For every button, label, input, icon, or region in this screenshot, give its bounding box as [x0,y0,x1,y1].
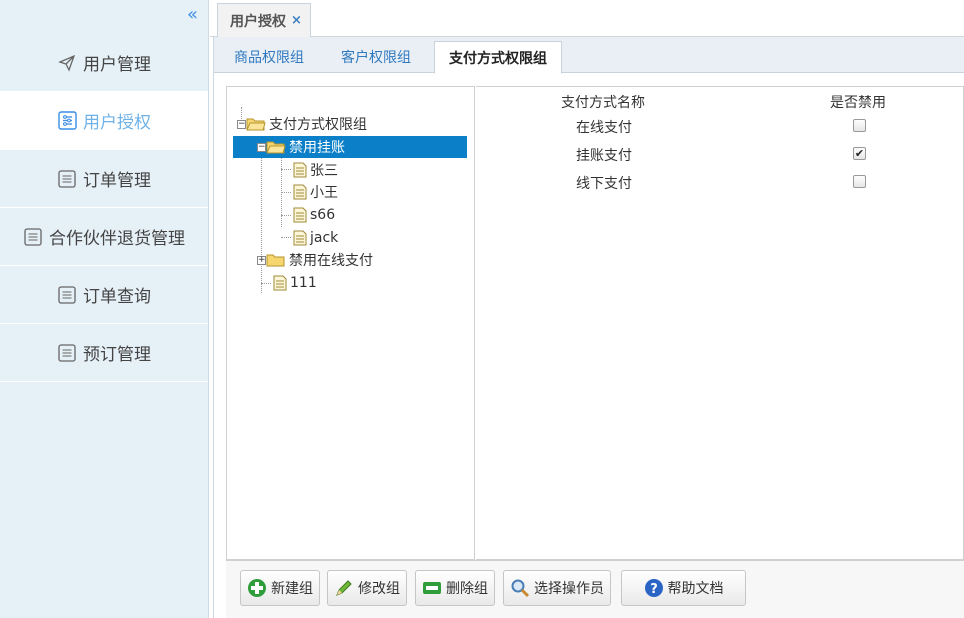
tree-node-user[interactable]: s66 [233,204,467,227]
grid-header: 支付方式名称 是否禁用 [476,92,963,112]
button-label: 新建组 [271,581,313,597]
help-button[interactable]: ? 帮助文档 [621,570,746,606]
add-icon [247,578,267,598]
tree-node-label: 张三 [310,162,338,179]
sidebar-item-label: 订单管理 [83,171,151,191]
document-icon [293,230,307,246]
tree-node-label: 支付方式权限组 [269,117,367,134]
disabled-checkbox[interactable] [853,175,866,188]
select-operator-button[interactable]: 选择操作员 [503,570,611,606]
button-label: 选择操作员 [534,581,604,597]
collapse-icon[interactable]: − [237,119,246,129]
tab-label: 用户授权 [230,13,286,30]
permission-group-tabs: 商品权限组 客户权限组 支付方式权限组 [214,37,964,74]
payment-method-name: 挂账支付 [576,148,632,164]
sidebar-menu: 用户管理 用户授权 订单管理 合作伙伴退货管理 订单查询 预订管理 [0,34,208,382]
tree-node-user[interactable]: 张三 [233,158,467,181]
payment-method-name: 在线支付 [576,120,632,136]
tree-node-label: jack [310,229,339,246]
tree-node-root[interactable]: − 支付方式权限组 [233,113,467,136]
svg-text:?: ? [650,582,658,597]
tree-node-user[interactable]: 小王 [233,181,467,204]
tree-node-label: s66 [310,207,336,224]
tree-node-label: 禁用挂账 [289,140,345,157]
tree-node-label: 禁用在线支付 [289,253,373,270]
sidebar-item-order-query[interactable]: 订单查询 [0,266,208,324]
tree-node-leaf[interactable]: 111 [233,272,467,295]
folder-open-icon [266,141,286,154]
document-icon [293,207,307,223]
table-row: 在线支付 [476,113,963,141]
pencil-icon [334,578,354,598]
edit-group-button[interactable]: 修改组 [327,570,407,606]
sidebar-item-booking-management[interactable]: 预订管理 [0,324,208,382]
tree-node-disable-credit[interactable]: − 禁用挂账 [233,135,467,159]
tree-node-disable-online-payment[interactable]: + 禁用在线支付 [233,249,467,272]
group-tree: − 支付方式权限组 − 禁用挂账 张三 小王 s66 jack + 禁用在线支付… [233,107,467,295]
tab-product-permission-group[interactable]: 商品权限组 [220,41,318,73]
column-header-name: 支付方式名称 [561,95,645,111]
document-icon [273,275,287,291]
panel-area: − 支付方式权限组 − 禁用挂账 张三 小王 s66 jack + 禁用在线支付… [226,86,964,560]
button-label: 帮助文档 [667,581,724,597]
delete-group-button[interactable]: 删除组 [415,570,495,606]
sidebar-item-label: 合作伙伴退货管理 [49,229,185,249]
sidebar-item-order-management[interactable]: 订单管理 [0,150,208,208]
sidebar-item-label: 预订管理 [83,345,151,365]
sidebar-item-partner-returns[interactable]: 合作伙伴退货管理 [0,208,208,266]
remove-icon [422,578,442,598]
folder-icon [266,254,285,267]
new-group-button[interactable]: 新建组 [240,570,320,606]
payment-method-grid: 支付方式名称 是否禁用 在线支付 挂账支付 ✔ 线下支付 [476,86,964,560]
list-icon [57,343,77,363]
paper-plane-icon [57,53,77,73]
document-icon [293,184,307,200]
settings-list-icon [57,111,77,131]
button-label: 修改组 [358,581,400,597]
sidebar-item-user-management[interactable]: 用户管理 [0,34,208,92]
search-icon [510,578,530,598]
tab-user-authorization[interactable]: 用户授权 × [217,3,311,37]
disabled-checkbox[interactable]: ✔ [853,147,866,160]
disabled-checkbox[interactable] [853,119,866,132]
action-toolbar: 新建组 修改组 删除组 选择操作员 ? 帮助文档 [226,560,964,618]
sidebar-item-label: 订单查询 [83,287,151,307]
tree-node-label: 小王 [310,185,338,202]
page-tab-bar: 用户授权 × [210,0,964,37]
expand-icon[interactable]: + [257,255,266,265]
sidebar: « 用户管理 用户授权 订单管理 合作伙伴退货管理 订单查询 预订管理 [0,0,209,618]
tab-payment-permission-group[interactable]: 支付方式权限组 [434,41,562,74]
folder-open-icon [246,118,266,131]
sidebar-item-label: 用户授权 [83,113,151,133]
sidebar-item-user-authorization[interactable]: 用户授权 [0,92,208,150]
tab-customer-permission-group[interactable]: 客户权限组 [327,41,425,73]
tree-node-label: 111 [290,275,317,292]
close-icon[interactable]: × [291,13,302,28]
list-icon [23,227,43,247]
table-row: 线下支付 [476,169,963,197]
column-header-disabled: 是否禁用 [830,95,886,111]
list-icon [57,285,77,305]
payment-method-name: 线下支付 [576,176,632,192]
group-tree-pane: − 支付方式权限组 − 禁用挂账 张三 小王 s66 jack + 禁用在线支付… [226,86,475,560]
table-row: 挂账支付 ✔ [476,141,963,169]
list-icon [57,169,77,189]
document-icon [293,162,307,178]
collapse-sidebar-icon[interactable]: « [187,5,198,25]
button-label: 删除组 [446,581,488,597]
help-icon: ? [644,578,664,598]
tree-node-user[interactable]: jack [233,226,467,249]
sidebar-item-label: 用户管理 [83,55,151,75]
collapse-icon[interactable]: − [257,142,266,152]
